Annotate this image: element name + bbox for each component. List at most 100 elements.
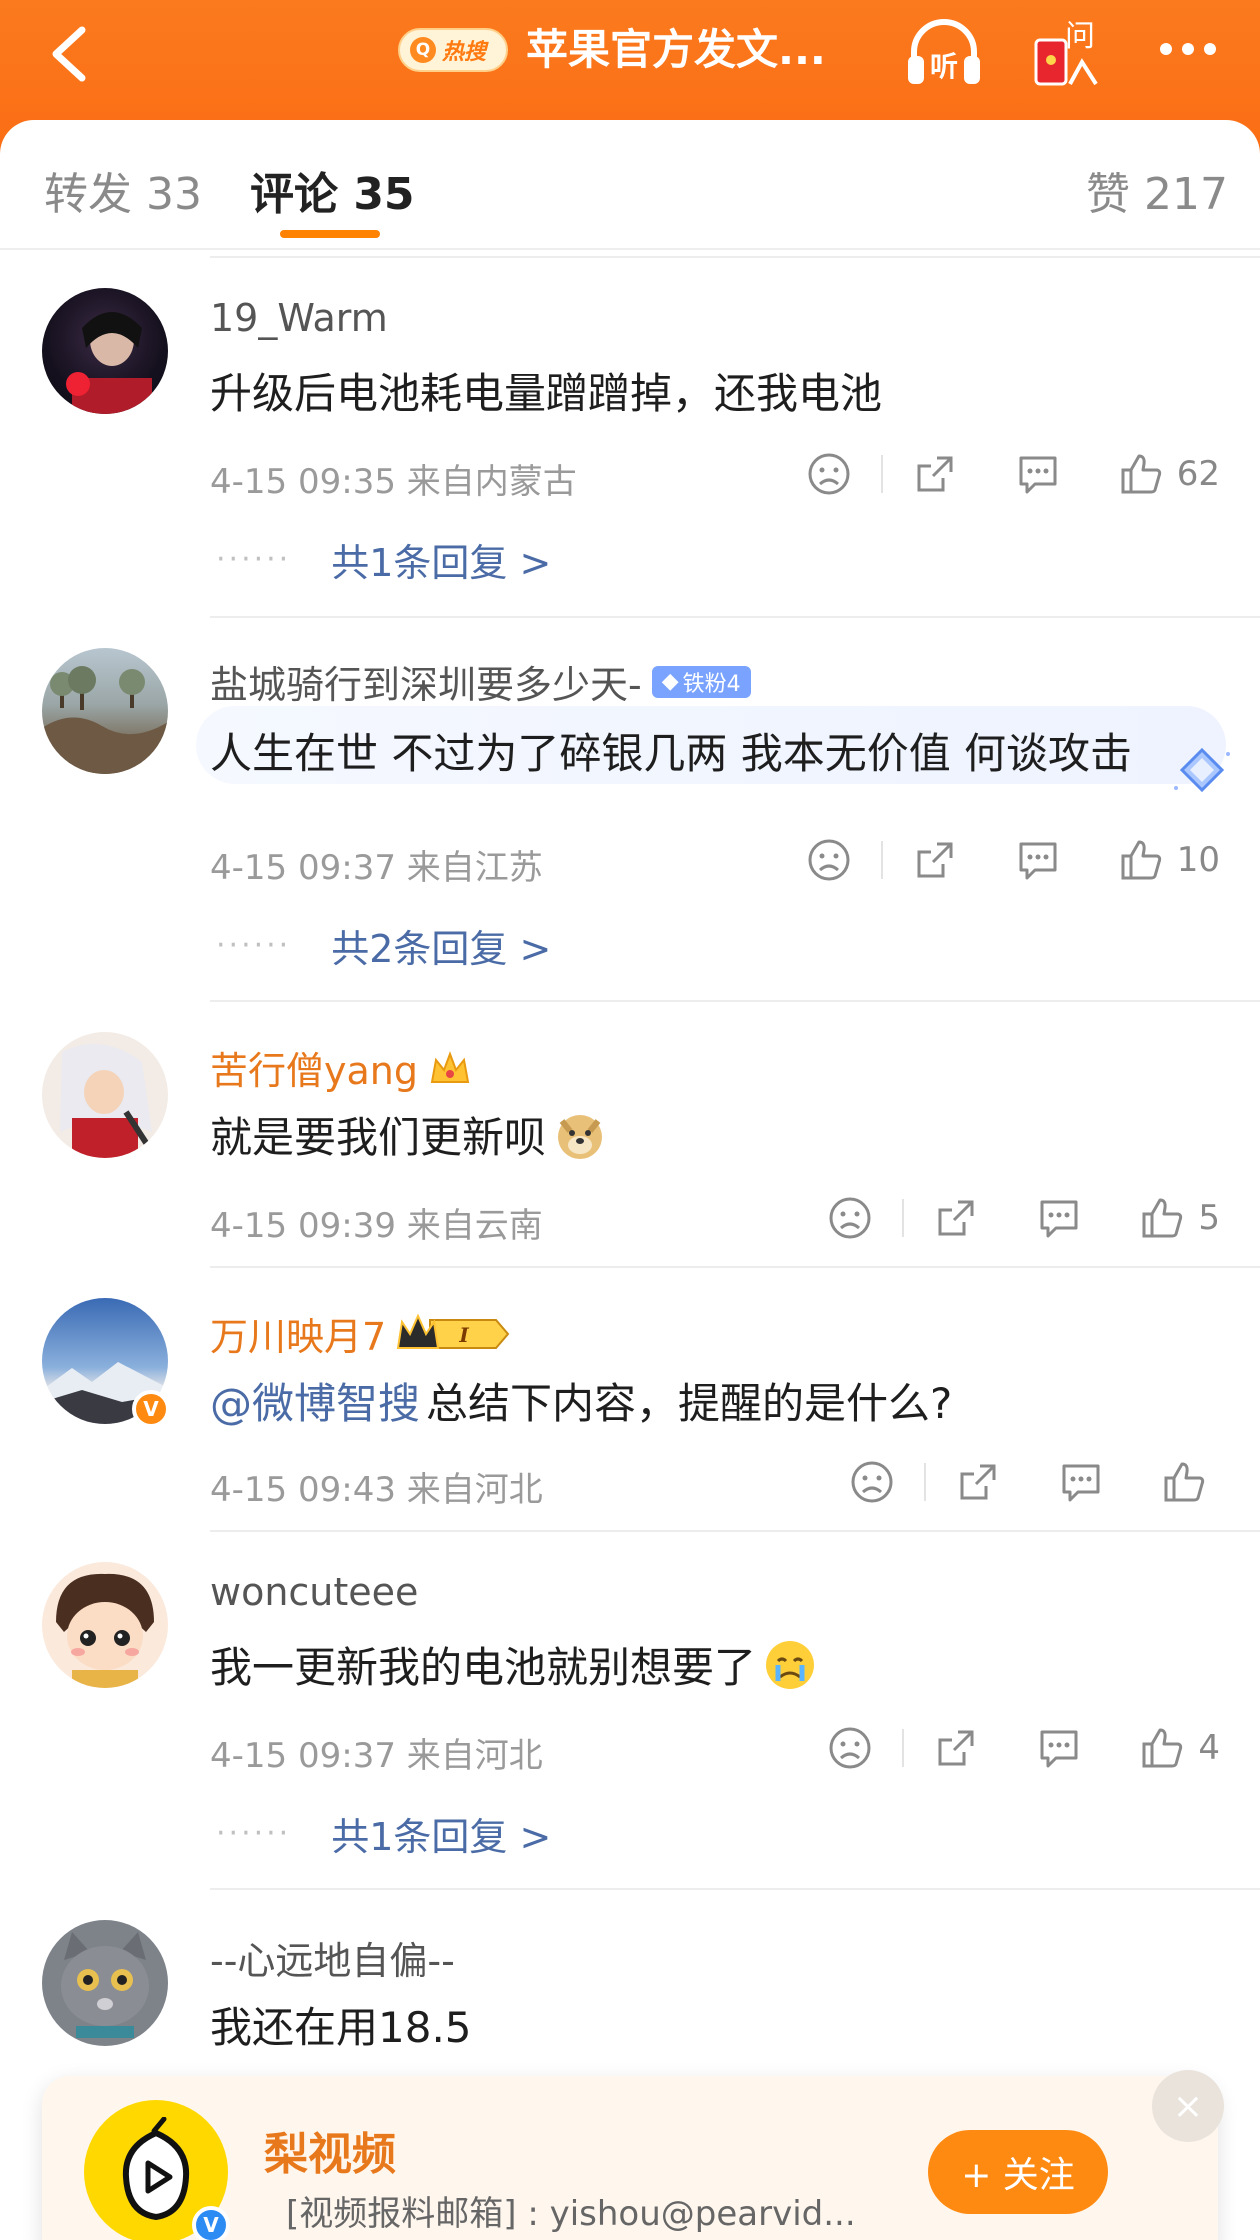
comment-text-body: 就是要我们更新呗 — [210, 1113, 547, 1162]
back-button[interactable] — [28, 14, 108, 94]
comment-text: 升级后电池耗电量蹭蹭掉，还我电池 — [210, 369, 883, 418]
share-icon — [938, 1200, 974, 1236]
like-button[interactable]: 62 — [1119, 444, 1220, 504]
avatar-image — [66, 312, 152, 414]
action-separator — [880, 455, 883, 493]
avatar[interactable] — [42, 648, 168, 774]
close-button[interactable]: × — [1152, 2070, 1224, 2142]
promoted-account-card[interactable]: V 梨视频 [视频报料邮箱] : yishou@pearvid... + 关注 … — [42, 2070, 1224, 2240]
divider — [210, 1888, 1260, 1890]
avatar-image — [56, 1573, 154, 1688]
comment-username[interactable]: 19_Warm — [210, 296, 388, 340]
dislike-button[interactable] — [828, 1188, 872, 1248]
avatar[interactable] — [42, 1920, 168, 2046]
tab-likes[interactable]: 赞 217 — [1086, 158, 1228, 222]
comment-text: 就是要我们更新呗 — [210, 1104, 608, 1165]
account-description: [视频报料邮箱] : yishou@pearvid... — [286, 2194, 856, 2234]
view-replies-link[interactable]: ······ 共1条回复 > — [216, 1806, 551, 1861]
like-button[interactable]: 5 — [1140, 1188, 1220, 1248]
comment-icon — [1019, 456, 1057, 494]
frown-face-icon — [829, 1727, 871, 1769]
tab-repost[interactable]: 转发 33 — [44, 158, 202, 222]
page-title: 苹果官方发文... — [526, 25, 826, 74]
like-button[interactable] — [1162, 1452, 1220, 1512]
crying-face-emoji-icon — [766, 1640, 815, 1689]
follow-button[interactable]: + 关注 — [928, 2130, 1108, 2214]
hot-search-label: 热搜 — [442, 40, 487, 65]
divider — [210, 1266, 1260, 1268]
reply-button[interactable] — [1036, 1718, 1082, 1778]
replies-label: 共1条回复 > — [331, 1815, 552, 1859]
divider — [210, 1530, 1260, 1532]
chevron-left-icon — [52, 26, 86, 82]
share-icon — [938, 1730, 974, 1766]
like-count: 10 — [1176, 840, 1220, 880]
more-dot — [1204, 43, 1216, 55]
view-replies-link[interactable]: ······ 共2条回复 > — [216, 918, 551, 973]
doge-emoji-icon — [558, 1114, 603, 1159]
play-icon — [122, 2117, 190, 2221]
comment-username[interactable]: 万川映月7 I — [210, 1306, 512, 1361]
avatar[interactable] — [42, 1032, 168, 1158]
reply-dots: ······ — [216, 542, 292, 577]
mention-link[interactable]: @微博智搜 — [210, 1370, 420, 1431]
username-text: 盐城骑行到深圳要多少天- — [210, 663, 642, 707]
share-button[interactable] — [913, 830, 957, 890]
active-tab-indicator — [280, 230, 380, 238]
view-replies-link[interactable]: ······ 共1条回复 > — [216, 532, 551, 587]
username-text: 苦行僧yang — [210, 1049, 418, 1093]
comment-username[interactable]: 盐城骑行到深圳要多少天- ◆ 铁粉4 — [210, 654, 751, 709]
dislike-button[interactable] — [807, 830, 851, 890]
frown-face-icon — [808, 453, 850, 495]
share-button[interactable] — [913, 444, 957, 504]
comment-actions: 4 — [828, 1718, 1220, 1778]
comment-actions: 10 — [807, 830, 1220, 890]
comment-username[interactable]: woncuteee — [210, 1570, 418, 1614]
share-button[interactable] — [934, 1188, 978, 1248]
comment-username[interactable]: 苦行僧yang — [210, 1040, 472, 1095]
action-separator — [902, 1729, 905, 1767]
like-count: 4 — [1198, 1728, 1220, 1768]
ask-button[interactable]: 问 — [1030, 10, 1102, 92]
more-button[interactable] — [1148, 24, 1228, 74]
hot-search-badge[interactable]: Q 热搜 — [398, 28, 508, 72]
fan-badge: ◆ 铁粉4 — [651, 665, 751, 698]
more-dot — [1182, 43, 1194, 55]
share-button[interactable] — [934, 1718, 978, 1778]
comment-icon — [1040, 1200, 1078, 1238]
account-name[interactable]: 梨视频 — [264, 2118, 396, 2182]
share-button[interactable] — [956, 1452, 1000, 1512]
avatar[interactable] — [42, 288, 168, 414]
thumbs-up-icon — [1142, 1198, 1183, 1238]
thumbs-up-icon — [1121, 840, 1161, 880]
red-packet-icon: 问 — [1034, 19, 1098, 86]
replies-label: 共2条回复 > — [331, 927, 552, 971]
comment-text: 人生在世 不过为了碎银几两 我本无价值 何谈攻击 — [210, 729, 1133, 778]
like-count: 5 — [1198, 1198, 1220, 1238]
listen-button[interactable]: 听 — [902, 14, 986, 88]
comment-icon — [1062, 1464, 1100, 1502]
like-button[interactable]: 4 — [1140, 1718, 1220, 1778]
dislike-button[interactable] — [807, 444, 851, 504]
dislike-button[interactable] — [850, 1452, 894, 1512]
comment-text-body: 总结下内容，提醒的是什么? — [426, 1379, 953, 1428]
action-separator — [880, 841, 883, 879]
frown-face-icon — [851, 1461, 893, 1503]
action-separator — [902, 1199, 905, 1237]
comment-meta: 4-15 09:43 来自河北 — [210, 1470, 543, 1510]
reply-button[interactable] — [1058, 1452, 1104, 1512]
frown-face-icon — [829, 1197, 871, 1239]
tab-comments[interactable]: 评论 35 — [250, 158, 415, 222]
comment-meta: 4-15 09:37 来自河北 — [210, 1736, 543, 1776]
reply-button[interactable] — [1015, 830, 1061, 890]
headphones-icon: 听 — [908, 19, 980, 84]
reply-dots: ······ — [216, 1816, 292, 1851]
reply-button[interactable] — [1015, 444, 1061, 504]
avatar[interactable] — [42, 1562, 168, 1688]
comment-text: @微博智搜 总结下内容，提醒的是什么? — [210, 1370, 952, 1431]
like-button[interactable]: 10 — [1119, 830, 1220, 890]
dislike-button[interactable] — [828, 1718, 872, 1778]
reply-button[interactable] — [1036, 1188, 1082, 1248]
comment-username[interactable]: --心远地自偏-- — [210, 1930, 455, 1985]
avatar-image — [42, 666, 168, 774]
